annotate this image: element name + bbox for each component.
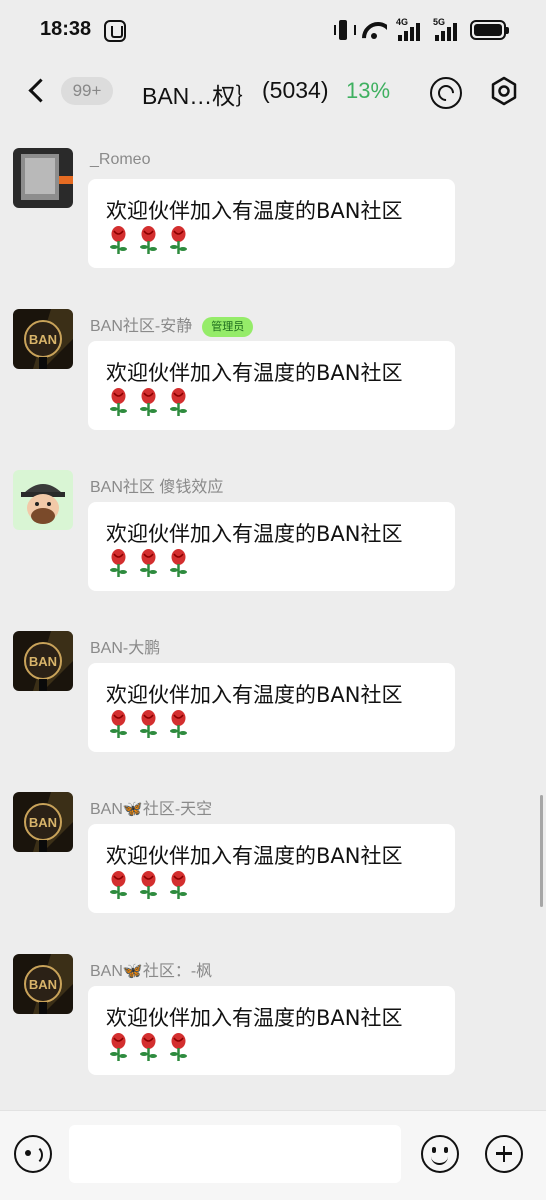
rose-emoji xyxy=(170,388,187,416)
message-bubble[interactable]: 欢迎伙伴加入有温度的BAN社区 xyxy=(88,986,455,1075)
rose-emoji xyxy=(170,549,187,577)
emoji-icon[interactable] xyxy=(421,1135,459,1173)
avatar[interactable]: BAN xyxy=(13,631,73,691)
vibrate-icon xyxy=(334,20,356,40)
rose-emojis xyxy=(108,388,189,416)
sender-name: _Romeo xyxy=(90,151,151,168)
message-bubble[interactable]: 欢迎伙伴加入有温度的BAN社区 xyxy=(88,179,455,268)
message-bubble[interactable]: 欢迎伙伴加入有温度的BAN社区 xyxy=(88,824,455,913)
hand-icon xyxy=(104,20,126,42)
sender-name: BAN-大鹏 xyxy=(90,640,161,657)
rose-emoji xyxy=(110,1033,127,1061)
wifi-icon xyxy=(361,19,387,41)
svg-text:BAN: BAN xyxy=(29,654,57,669)
rose-emoji xyxy=(140,1033,157,1061)
avatar[interactable] xyxy=(13,148,73,208)
message-text: 欢迎伙伴加入有温度的BAN社区 xyxy=(106,1006,403,1030)
sender-name: BAN🦋社区-天空 xyxy=(90,801,213,818)
signal-5g-icon: 5G xyxy=(433,17,461,41)
rose-emojis xyxy=(108,710,189,738)
signal-4g-icon: 4G xyxy=(396,17,424,41)
voice-icon[interactable] xyxy=(14,1135,52,1173)
message-list[interactable]: _Romeo 欢迎伙伴加入有温度的BAN社区 BAN BAN社区-安静 管理员 欢… xyxy=(0,130,546,1110)
unread-count-badge[interactable]: 99+ xyxy=(61,77,113,105)
message-bubble[interactable]: 欢迎伙伴加入有温度的BAN社区 xyxy=(88,502,455,591)
chat-title[interactable]: BAN…权｝ xyxy=(142,77,258,111)
avatar[interactable] xyxy=(13,470,73,530)
svg-text:BAN: BAN xyxy=(29,332,57,347)
rose-emojis xyxy=(108,1033,189,1061)
rose-emoji xyxy=(170,871,187,899)
message-input[interactable] xyxy=(69,1125,401,1183)
rose-emojis xyxy=(108,549,189,577)
member-count[interactable]: (5034) xyxy=(262,77,328,104)
rose-emojis xyxy=(108,871,189,899)
message-bubble[interactable]: 欢迎伙伴加入有温度的BAN社区 xyxy=(88,663,455,752)
rose-emoji xyxy=(170,226,187,254)
rose-emoji xyxy=(170,1033,187,1061)
avatar[interactable]: BAN xyxy=(13,792,73,852)
rose-emoji xyxy=(110,710,127,738)
battery-icon xyxy=(470,20,509,40)
rose-emoji xyxy=(140,549,157,577)
svg-text:BAN: BAN xyxy=(29,977,57,992)
chat-header: 99+ BAN…权｝ (5034) 13% xyxy=(0,62,546,130)
sender-name: BAN社区-安静 管理员 xyxy=(90,312,254,337)
message-text: 欢迎伙伴加入有温度的BAN社区 xyxy=(106,683,403,707)
back-icon[interactable] xyxy=(22,76,52,106)
avatar[interactable]: BAN xyxy=(13,309,73,369)
message-text: 欢迎伙伴加入有温度的BAN社区 xyxy=(106,199,403,223)
scrollbar-thumb[interactable] xyxy=(540,795,543,907)
rose-emoji xyxy=(110,871,127,899)
rose-emoji xyxy=(110,226,127,254)
message-text: 欢迎伙伴加入有温度的BAN社区 xyxy=(106,522,403,546)
rose-emoji xyxy=(110,388,127,416)
refresh-icon[interactable] xyxy=(429,76,462,109)
rose-emoji xyxy=(140,871,157,899)
rose-emoji xyxy=(140,388,157,416)
message-text: 欢迎伙伴加入有温度的BAN社区 xyxy=(106,844,403,868)
status-bar: 18:38 4G 5G xyxy=(0,0,546,62)
input-bar xyxy=(0,1110,546,1200)
avatar[interactable]: BAN xyxy=(13,954,73,1014)
rose-emojis xyxy=(108,226,189,254)
sender-name: BAN社区 傻钱效应 xyxy=(90,479,224,496)
sender-name: BAN🦋社区：-枫 xyxy=(90,963,213,980)
message-text: 欢迎伙伴加入有温度的BAN社区 xyxy=(106,361,403,385)
rose-emoji xyxy=(110,549,127,577)
rose-emoji xyxy=(140,226,157,254)
message-bubble[interactable]: 欢迎伙伴加入有温度的BAN社区 xyxy=(88,341,455,430)
admin-badge: 管理员 xyxy=(202,317,254,337)
status-time: 18:38 xyxy=(40,18,92,40)
status-icons: 4G 5G xyxy=(334,17,509,42)
add-icon[interactable] xyxy=(485,1135,523,1173)
header-extra: 13% xyxy=(346,78,391,103)
settings-icon[interactable] xyxy=(489,76,519,106)
rose-emoji xyxy=(140,710,157,738)
rose-emoji xyxy=(170,710,187,738)
svg-text:BAN: BAN xyxy=(29,815,57,830)
